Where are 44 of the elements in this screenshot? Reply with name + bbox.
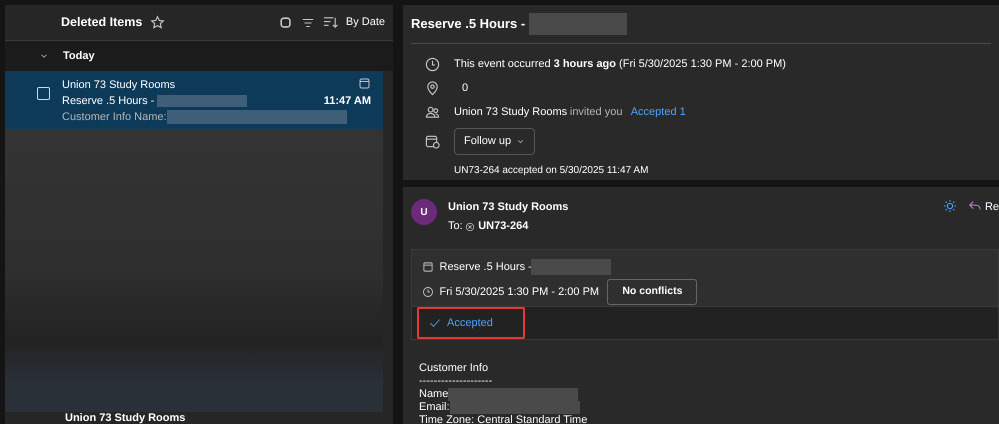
check-icon [429,316,441,329]
message-item[interactable]: Union 73 Study Rooms Reserve .5 Hours - 11:47 AM Customer Info Name: [5,71,383,129]
to-label: To: [448,219,463,234]
select-icon[interactable] [278,16,293,30]
status-note: UN73-264 accepted on 5/30/2025 11:47 AM [453,164,650,178]
body-text: -------------------- [419,374,492,388]
reply-button[interactable]: Re [968,199,999,216]
location-text: 0 [462,80,468,96]
avatar: U [411,199,437,225]
sender-name: Union 73 Study Rooms [448,200,570,215]
body-text: Email: [419,400,450,414]
sun-icon[interactable] [943,199,958,213]
sort-icon[interactable] [322,15,338,30]
accepted-link[interactable]: Accepted 1 [630,104,686,120]
group-label: Today [63,48,95,64]
event-time-text: This event occurred 3 hours ago (Fri 5/30/2025 1:30 PM - 2:00 PM) [454,56,786,72]
clock-icon [422,286,434,298]
recipient-name: UN73-264 [478,219,528,234]
checkbox[interactable] [37,87,50,100]
accepted-status[interactable]: Accepted [417,306,525,339]
sender-name: Union 73 Study Rooms [64,412,186,424]
folder-title: Deleted Items [61,14,142,32]
calendar-icon [358,77,371,90]
organizer-name: Union 73 Study Rooms [454,104,568,120]
location-pin-icon [425,80,440,96]
body-text: Time Zone: Central Standard Time [419,414,588,424]
calendar-icon [422,260,434,273]
invite-time: Fri 5/30/2025 1:30 PM - 2:00 PM [440,284,600,300]
sort-option[interactable]: By Date [346,14,385,31]
people-icon [425,104,440,120]
message-time: 11:47 AM [324,94,371,109]
body-text: Name [419,388,448,401]
message-preview: Customer Info Name: [62,110,167,125]
star-icon[interactable] [150,15,166,30]
invite-text: invited you [570,104,622,120]
sender-name: Union 73 Study Rooms [62,78,176,93]
follow-up-button[interactable]: Follow up [454,128,536,154]
clock-icon [425,56,440,72]
event-title: Reserve .5 Hours - [411,15,526,34]
remove-icon [465,222,476,232]
body-text: Customer Info [419,362,488,375]
calendar-clock-icon [425,134,440,149]
message-subject: Reserve .5 Hours - [62,94,154,109]
no-conflicts-button[interactable]: No conflicts [607,278,698,305]
